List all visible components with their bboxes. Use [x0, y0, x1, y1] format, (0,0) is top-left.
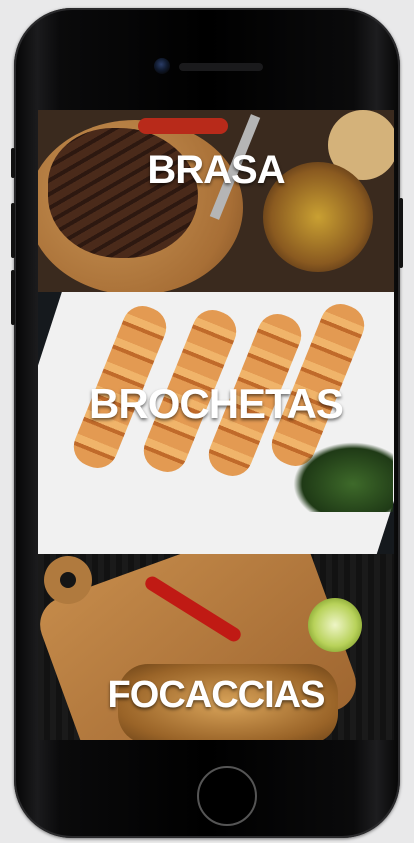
earpiece-speaker	[179, 63, 263, 71]
home-button-icon[interactable]	[197, 766, 257, 826]
camera-icon	[154, 58, 170, 74]
menu-item-brasa[interactable]: BRASA	[38, 110, 394, 292]
volume-up-button	[11, 203, 15, 258]
menu-item-label: BROCHETAS	[89, 380, 344, 427]
menu-item-focaccias[interactable]: FOCACCIAS	[38, 554, 394, 740]
rosemary-image	[293, 442, 393, 512]
menu-item-label: BRASA	[147, 148, 285, 192]
mute-switch	[11, 148, 15, 178]
red-pepper-image	[138, 118, 228, 134]
menu-item-brochetas[interactable]: BROCHETAS	[38, 292, 394, 554]
app-screen: BRASA BROCHETAS FOCACCIAS	[38, 110, 394, 740]
menu-item-label: FOCACCIAS	[107, 674, 326, 716]
volume-down-button	[11, 270, 15, 325]
lime-image	[308, 598, 362, 652]
board-handle-image	[44, 556, 92, 604]
power-button	[399, 198, 403, 268]
